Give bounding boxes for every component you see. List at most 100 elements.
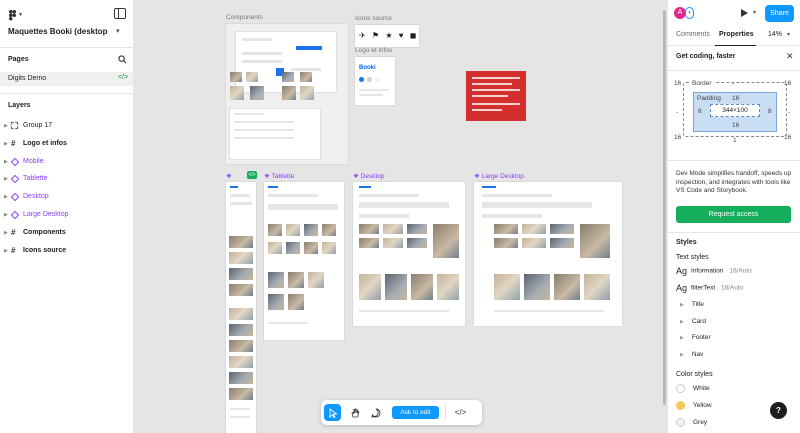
layer-logo-et-infos[interactable]: ▶ # Logo et infos — [0, 135, 133, 153]
style-group-title[interactable]: ▶ Title — [680, 301, 704, 308]
color-style-white[interactable]: White — [676, 384, 710, 393]
component-icon — [10, 210, 20, 220]
help-button[interactable]: ? — [770, 402, 787, 419]
page-item-digits-demo[interactable]: Digits Demo </> — [0, 72, 133, 86]
chevron-right-icon[interactable]: ▶ — [4, 123, 8, 129]
layer-mobile[interactable]: ▶ Mobile — [0, 153, 133, 171]
design-canvas[interactable]: Components Icons source ✈ ⚑ ★ ♥ ◼ Logo e… — [134, 0, 666, 433]
frame-title: Tablette — [271, 173, 295, 180]
logo-infos-frame[interactable]: Booki — [355, 57, 395, 105]
mobile-frame[interactable] — [226, 182, 256, 433]
divider — [668, 70, 800, 71]
icons-source-frame[interactable]: ✈ ⚑ ★ ♥ ◼ — [355, 25, 419, 47]
figma-app: ▼ Maquettes Booki (desktop,... ▾ Pages D… — [0, 0, 800, 433]
promo-header: Get coding, faster ✕ — [668, 46, 800, 68]
pad-top-value[interactable]: 16 — [732, 95, 739, 102]
pad-bottom-value[interactable]: 16 — [732, 122, 739, 129]
text-style-filtertext[interactable]: Ag filterText · 18/Auto — [676, 283, 743, 293]
style-group-card[interactable]: ▶ Card — [680, 318, 706, 325]
outer-left-value: 16 — [674, 134, 682, 141]
layer-desktop[interactable]: ▶ Desktop — [0, 188, 133, 206]
frame-label-desktop[interactable]: ❖ Desktop — [353, 172, 385, 180]
layer-components[interactable]: ▶ # Components — [0, 224, 133, 242]
chevron-right-icon[interactable]: ▶ — [4, 176, 8, 182]
chevron-right-icon[interactable]: ▶ — [4, 230, 8, 236]
desktop-frame[interactable] — [353, 182, 465, 326]
color-swatch — [676, 401, 685, 410]
present-play-icon[interactable] — [741, 9, 748, 17]
component-list — [230, 109, 320, 159]
cursor-icon — [329, 407, 338, 418]
layer-icons-source[interactable]: ▶ # Icons source — [0, 242, 133, 260]
pad-left-value[interactable]: 8 — [698, 108, 702, 115]
text-style-icon: Ag — [676, 283, 688, 293]
layer-group-17[interactable]: ▶ Group 17 — [0, 117, 133, 135]
chevron-down-icon[interactable]: ▾ — [685, 7, 694, 19]
bottom-toolbar: Ask to edit </> — [321, 400, 482, 425]
frame-label-large-desktop[interactable]: ❖ Large Desktop — [474, 172, 524, 180]
layers-panel: ▼ Maquettes Booki (desktop,... ▾ Pages D… — [0, 0, 134, 433]
components-frame[interactable] — [226, 24, 348, 164]
layer-large-desktop[interactable]: ▶ Large Desktop — [0, 206, 133, 224]
large-desktop-frame[interactable] — [474, 182, 622, 326]
chevron-down-icon[interactable]: ▾ — [787, 31, 790, 38]
tablette-frame[interactable] — [264, 182, 344, 340]
style-group-footer[interactable]: ▶ Footer — [680, 334, 711, 341]
layer-label: Group 17 — [23, 122, 53, 129]
color-style-yellow[interactable]: Yellow — [676, 401, 712, 410]
chevron-right-icon[interactable]: ▶ — [4, 212, 8, 218]
text-style-icon: Ag — [676, 266, 688, 276]
side-right-value: - — [788, 109, 791, 116]
code-badge-icon[interactable]: </> — [247, 171, 257, 179]
chevron-down-icon[interactable]: ▾ — [116, 27, 120, 35]
below-value: 1 — [733, 137, 737, 144]
frame-icon: # — [11, 245, 16, 255]
toolbar-divider — [445, 405, 446, 420]
close-icon[interactable]: ✕ — [786, 51, 794, 62]
chevron-right-icon[interactable]: ▶ — [4, 159, 8, 165]
frame-label-icons-source[interactable]: Icons source — [355, 15, 392, 22]
layer-tablette[interactable]: ▶ Tablette — [0, 170, 133, 188]
comment-icon — [370, 408, 380, 418]
search-icon[interactable] — [118, 55, 127, 64]
share-button[interactable]: Share — [765, 5, 794, 22]
figma-logo-menu[interactable]: ▼ — [9, 9, 23, 21]
figma-icon — [9, 9, 16, 20]
chevron-right-icon[interactable]: ▶ — [4, 141, 8, 147]
frame-label-tablette[interactable]: ❖ Tablette — [264, 172, 294, 180]
chevron-right-icon[interactable]: ▶ — [4, 248, 8, 254]
comment-tool-button[interactable] — [367, 404, 384, 421]
text-style-information[interactable]: Ag Information · 16/Auto — [676, 266, 752, 276]
tab-properties[interactable]: Properties — [719, 31, 754, 38]
move-tool-button[interactable] — [324, 404, 341, 421]
border-value: - — [732, 80, 735, 87]
sidebar-toggle-icon[interactable] — [114, 8, 126, 19]
info-card-red[interactable] — [466, 71, 526, 121]
style-group-nav[interactable]: ▶ Nav — [680, 351, 703, 358]
file-title[interactable]: Maquettes Booki (desktop,... — [8, 27, 108, 36]
frame-label-components[interactable]: Components — [226, 14, 263, 21]
outer-top-value: 16 — [674, 80, 682, 87]
promo-title: Get coding, faster — [676, 53, 736, 60]
panel-tabs: Comments Properties 14% ▾ — [668, 26, 800, 46]
frame-label-logo-infos[interactable]: Logo et infos — [355, 47, 392, 54]
dev-mode-button[interactable]: </> — [452, 404, 469, 421]
divider — [668, 232, 800, 233]
layers-label: Layers — [8, 102, 31, 109]
scrollbar-thumb[interactable] — [663, 10, 666, 405]
ask-to-edit-button[interactable]: Ask to edit — [392, 406, 439, 419]
chevron-down-icon[interactable]: ▾ — [753, 9, 756, 16]
tab-comments[interactable]: Comments — [676, 31, 710, 38]
frame-label-mobile[interactable]: ❖ — [226, 172, 232, 180]
hand-icon — [351, 408, 359, 417]
color-style-grey[interactable]: Grey — [676, 418, 707, 427]
request-access-button[interactable]: Request access — [676, 206, 791, 223]
style-group-label: Nav — [691, 351, 704, 358]
chevron-right-icon[interactable]: ▶ — [4, 194, 8, 200]
style-group-label: Footer — [691, 334, 711, 341]
color-name: White — [693, 385, 710, 393]
zoom-level[interactable]: 14% — [768, 31, 782, 38]
pad-right-value[interactable]: 8 — [768, 108, 772, 115]
hand-tool-button[interactable] — [346, 404, 363, 421]
color-swatch — [676, 384, 685, 393]
